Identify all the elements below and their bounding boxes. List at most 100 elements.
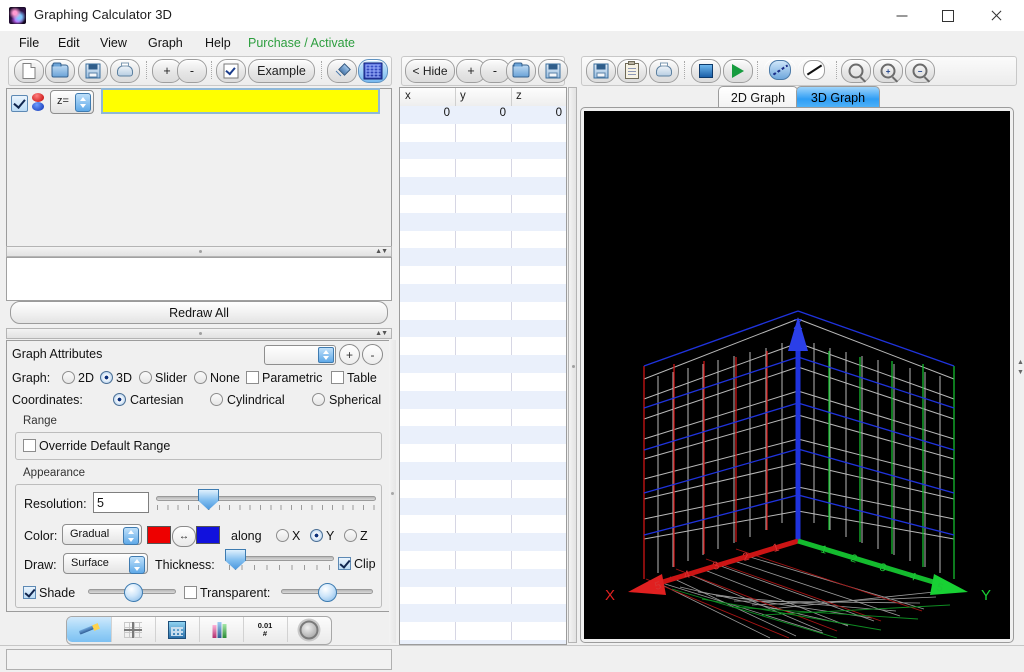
table-row[interactable] xyxy=(400,587,566,605)
checkbox-parametric[interactable] xyxy=(246,371,259,384)
table-row[interactable] xyxy=(400,337,566,355)
color-from-swatch[interactable] xyxy=(147,526,171,544)
table-cell-y[interactable]: 0 xyxy=(461,107,506,119)
radio-color-axis-x[interactable] xyxy=(276,529,289,542)
chevron-updown-icon[interactable] xyxy=(318,347,334,363)
table-row[interactable] xyxy=(400,212,566,231)
menu-view[interactable]: View xyxy=(95,35,132,52)
graph-zoom-out-button[interactable]: − xyxy=(905,59,935,83)
graph-solid-line-button[interactable] xyxy=(798,59,830,81)
chevron-up-icon[interactable]: ▲ xyxy=(1017,359,1024,366)
checkbox-transparent[interactable] xyxy=(184,586,197,599)
radio-color-axis-y[interactable] xyxy=(310,529,323,542)
collapse-arrows-icon[interactable]: ▲▼ xyxy=(375,330,388,337)
equation-input[interactable] xyxy=(101,88,380,114)
tab-precision[interactable]: 0.01 # xyxy=(243,617,288,642)
chevron-down-icon[interactable]: ▼ xyxy=(1017,369,1024,376)
new-file-button[interactable] xyxy=(14,59,44,83)
collapse-arrows-icon[interactable]: ▲▼ xyxy=(375,248,388,255)
resolution-slider-track[interactable] xyxy=(156,496,376,501)
checkbox-clip[interactable] xyxy=(338,557,351,570)
radio-graph-2d[interactable] xyxy=(62,371,75,384)
transparent-slider-thumb[interactable] xyxy=(318,583,337,602)
save-file-button[interactable] xyxy=(78,59,108,83)
equation-type-select[interactable]: z= xyxy=(50,90,94,114)
graph-zoom-in-button[interactable]: + xyxy=(873,59,903,83)
table-row[interactable] xyxy=(400,159,566,177)
pin-button[interactable] xyxy=(327,59,357,83)
table-row[interactable] xyxy=(400,444,566,462)
table-row[interactable] xyxy=(400,302,566,320)
color-to-swatch[interactable] xyxy=(196,526,220,544)
resolution-input[interactable] xyxy=(93,492,149,513)
graph-play-button[interactable] xyxy=(723,59,753,83)
tab-equation[interactable] xyxy=(67,617,112,642)
graph-save-button[interactable] xyxy=(586,59,616,83)
column-header-z[interactable]: z xyxy=(516,90,522,102)
table-row[interactable] xyxy=(400,141,566,160)
column-header-y[interactable]: y xyxy=(460,90,466,102)
table-row[interactable] xyxy=(400,461,566,480)
table-graph-vertical-splitter[interactable] xyxy=(568,87,577,643)
chevron-updown-icon[interactable] xyxy=(129,556,145,574)
checkbox-shade[interactable] xyxy=(23,586,36,599)
draw-mode-select[interactable]: Surface xyxy=(63,553,148,574)
chevron-updown-icon[interactable] xyxy=(123,527,139,545)
table-row[interactable] xyxy=(400,195,566,213)
table-row[interactable] xyxy=(400,355,566,373)
menu-graph[interactable]: Graph xyxy=(143,35,188,52)
table-row[interactable] xyxy=(400,177,566,195)
redraw-all-button[interactable]: Redraw All xyxy=(10,301,388,324)
equation-enabled-checkbox[interactable] xyxy=(11,95,28,112)
checkbox-override-range[interactable] xyxy=(23,439,36,452)
chevron-updown-icon[interactable] xyxy=(75,93,91,112)
table-row[interactable]: 000 xyxy=(400,106,566,124)
attributes-panel-splitter[interactable]: ▲▼ xyxy=(6,328,392,339)
menu-help[interactable]: Help xyxy=(200,35,236,52)
table-row[interactable] xyxy=(400,604,566,623)
table-row[interactable] xyxy=(400,551,566,569)
graph-copy-button[interactable] xyxy=(617,59,647,83)
checkbox-table[interactable] xyxy=(331,371,344,384)
table-row[interactable] xyxy=(400,409,566,427)
tab-3d-graph[interactable]: 3D Graph xyxy=(796,86,880,109)
attribute-preset-select[interactable] xyxy=(264,345,336,365)
menu-edit[interactable]: Edit xyxy=(53,35,85,52)
table-row[interactable] xyxy=(400,231,566,249)
radio-coord-spherical[interactable] xyxy=(312,393,325,406)
table-row[interactable] xyxy=(400,266,566,284)
table-cell-x[interactable]: 0 xyxy=(405,107,450,119)
tab-2d-graph[interactable]: 2D Graph xyxy=(718,86,798,109)
table-row[interactable] xyxy=(400,515,566,533)
menu-file[interactable]: File xyxy=(14,35,44,52)
table-row[interactable] xyxy=(400,390,566,409)
graph-dashed-line-button[interactable] xyxy=(764,59,796,81)
menu-purchase-activate[interactable]: Purchase / Activate xyxy=(243,35,360,52)
equation-panel-splitter[interactable]: ▲▼ xyxy=(6,246,392,257)
radio-coord-cartesian[interactable] xyxy=(113,393,126,406)
table-row[interactable] xyxy=(400,319,566,338)
tab-grid[interactable] xyxy=(111,617,156,642)
add-attribute-button[interactable]: + xyxy=(339,344,360,365)
table-row[interactable] xyxy=(400,497,566,516)
minimize-button[interactable] xyxy=(879,0,925,31)
table-row[interactable] xyxy=(400,568,566,587)
close-button[interactable] xyxy=(971,0,1021,31)
column-header-x[interactable]: x xyxy=(405,90,411,102)
equation-color-indicator[interactable] xyxy=(31,93,45,112)
table-save-button[interactable] xyxy=(538,59,568,83)
table-row[interactable] xyxy=(400,480,566,498)
graph-3d-canvas[interactable]: Z X 1 2 3 4 5 Y 1 2 3 4 5 xyxy=(584,111,1010,639)
table-open-button[interactable] xyxy=(506,59,536,83)
table-row[interactable] xyxy=(400,622,566,640)
maximize-button[interactable] xyxy=(925,0,971,31)
radio-graph-none[interactable] xyxy=(194,371,207,384)
color-mode-select[interactable]: Gradual xyxy=(62,524,142,545)
example-button[interactable]: Example xyxy=(248,59,315,83)
graph-stop-button[interactable] xyxy=(691,59,721,83)
table-cell-z[interactable]: 0 xyxy=(517,107,562,119)
select-all-button[interactable] xyxy=(216,59,246,83)
radio-graph-slider[interactable] xyxy=(139,371,152,384)
open-file-button[interactable] xyxy=(45,59,75,83)
hide-table-button[interactable]: < Hide xyxy=(405,59,455,83)
